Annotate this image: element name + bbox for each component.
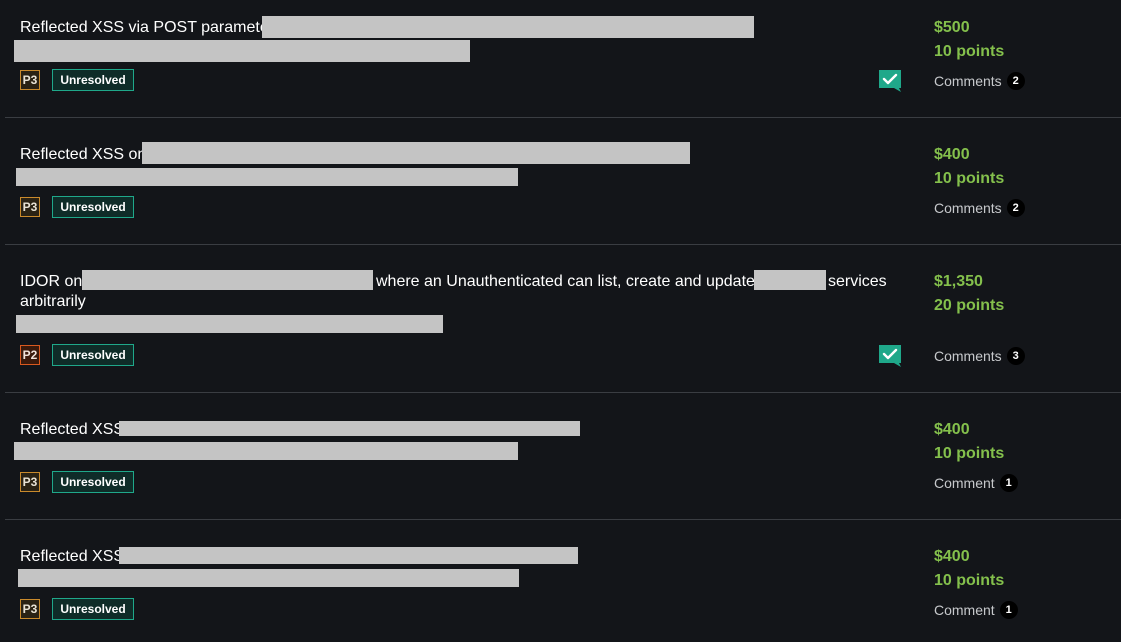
redacted-text [18, 569, 519, 587]
priority-badge: P3 [20, 197, 40, 217]
report-row[interactable]: Reflected XSS P3 Unresolved $400 10 poin… [5, 529, 1121, 642]
row-divider [5, 244, 1121, 245]
report-title[interactable]: Reflected XSS via POST parameter [20, 17, 274, 38]
redacted-text [262, 16, 754, 38]
points-value: 10 points [934, 43, 1005, 60]
comments-label: Comment [934, 475, 995, 491]
priority-badge: P2 [20, 345, 40, 365]
status-badge: Unresolved [52, 196, 134, 218]
priority-badge: P3 [20, 599, 40, 619]
status-badge: Unresolved [52, 69, 134, 91]
report-list: Reflected XSS via POST parameter P3 Unre… [0, 0, 1121, 642]
comments-link[interactable]: Comment 1 [934, 473, 1018, 493]
comments-count: 3 [1006, 347, 1025, 365]
redacted-text [82, 270, 373, 290]
points-value: 10 points [934, 445, 1005, 462]
priority-badge: P3 [20, 472, 40, 492]
status-badge: Unresolved [52, 344, 134, 366]
redacted-text [16, 315, 443, 333]
row-divider [5, 392, 1121, 393]
bounty-amount: $400 [934, 421, 970, 438]
report-title[interactable]: Reflected XSS [20, 419, 124, 440]
check-comment-icon [879, 70, 901, 92]
comments-link[interactable]: Comment 1 [934, 600, 1018, 620]
points-value: 20 points [934, 297, 1005, 314]
report-title[interactable]: Reflected XSS [20, 546, 124, 567]
report-title-line2[interactable]: arbitrarily [20, 291, 86, 312]
status-badge: Unresolved [52, 471, 134, 493]
redacted-text [14, 40, 470, 62]
redacted-text [16, 168, 518, 186]
comments-link[interactable]: Comments 3 [934, 346, 1025, 366]
comments-link[interactable]: Comments 2 [934, 198, 1025, 218]
row-divider [5, 117, 1121, 118]
points-value: 10 points [934, 572, 1005, 589]
report-row[interactable]: Reflected XSS on P3 Unresolved $400 10 p… [5, 127, 1121, 254]
report-row[interactable]: Reflected XSS P3 Unresolved $400 10 poin… [5, 402, 1121, 529]
row-divider [5, 519, 1121, 520]
bounty-amount: $500 [934, 19, 970, 36]
comments-count: 1 [999, 474, 1018, 492]
comments-label: Comments [934, 348, 1002, 364]
priority-badge: P3 [20, 70, 40, 90]
comments-link[interactable]: Comments 2 [934, 71, 1025, 91]
points-value: 10 points [934, 170, 1005, 187]
comments-label: Comments [934, 200, 1002, 216]
redacted-text [119, 547, 578, 564]
comments-count: 2 [1006, 199, 1025, 217]
comments-count: 2 [1006, 72, 1025, 90]
check-comment-icon [879, 345, 901, 367]
comments-count: 1 [999, 601, 1018, 619]
redacted-text [142, 142, 690, 164]
report-title-part3[interactable]: services [828, 271, 887, 292]
bounty-amount: $1,350 [934, 273, 983, 290]
bounty-amount: $400 [934, 548, 970, 565]
bounty-amount: $400 [934, 146, 970, 163]
redacted-text [119, 421, 580, 436]
comments-label: Comments [934, 73, 1002, 89]
comments-label: Comment [934, 602, 995, 618]
report-row[interactable]: IDOR on where an Unauthenticated can lis… [5, 254, 1121, 392]
report-title-part1[interactable]: IDOR on [20, 271, 82, 292]
redacted-text [14, 442, 518, 460]
status-badge: Unresolved [52, 598, 134, 620]
report-title-part2[interactable]: where an Unauthenticated can list, creat… [376, 271, 755, 292]
report-row[interactable]: Reflected XSS via POST parameter P3 Unre… [5, 0, 1121, 127]
redacted-text [754, 270, 826, 290]
report-title[interactable]: Reflected XSS on [20, 144, 146, 165]
